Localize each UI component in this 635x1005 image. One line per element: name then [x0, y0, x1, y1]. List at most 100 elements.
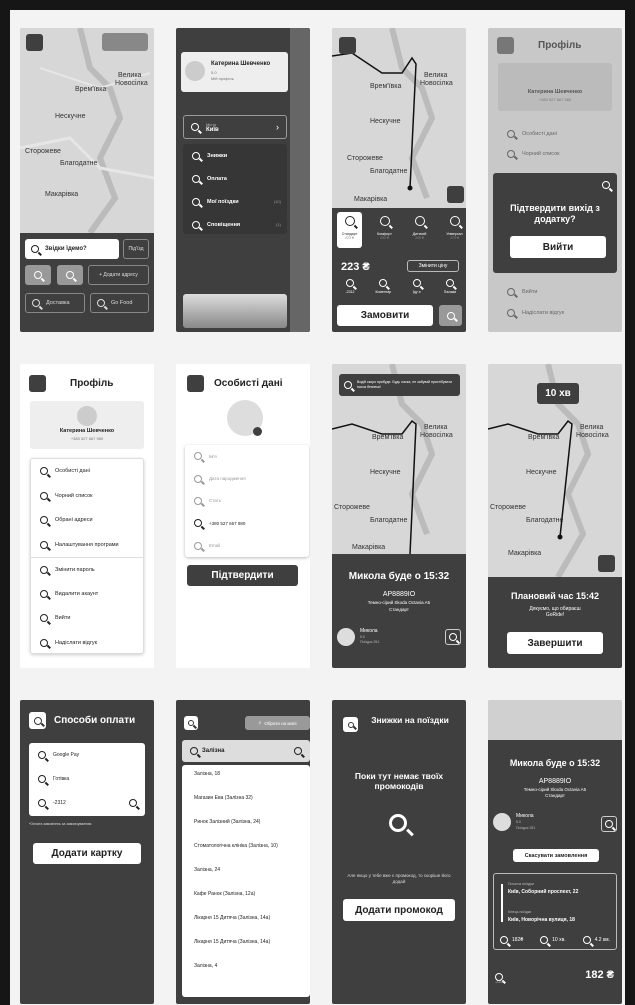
add-address-button[interactable]: + Додати адресу: [88, 265, 149, 285]
confirm-exit-button[interactable]: Вийти: [510, 236, 606, 258]
result-item[interactable]: Залізна, 18: [182, 771, 310, 795]
order-option[interactable]: -2312: [336, 279, 364, 299]
result-item[interactable]: Лікарня 15 Дитяча (Залізна, 14а): [182, 939, 310, 963]
profile-menu-item[interactable]: Видалити акаунт: [31, 582, 143, 607]
chat-button[interactable]: [601, 816, 617, 832]
profile-menu-item[interactable]: Чорний список: [31, 484, 143, 509]
filter-button[interactable]: [439, 305, 462, 326]
profile-menu-item[interactable]: Обрані адреси: [31, 508, 143, 533]
map-label: Велика: [424, 424, 448, 431]
field-value: +380 527 667 980: [209, 520, 246, 526]
order-option[interactable]: Їду я: [403, 279, 431, 299]
payment-method[interactable]: Готівка: [29, 767, 145, 791]
back-button[interactable]: [187, 375, 204, 392]
profile-menu-item[interactable]: Особисті дані: [31, 459, 143, 484]
finish-button[interactable]: Завершити: [507, 632, 603, 654]
bell-icon: [192, 220, 200, 229]
close-icon[interactable]: [602, 181, 610, 189]
form-field[interactable]: Email: [185, 535, 309, 557]
chat-button[interactable]: [445, 629, 461, 645]
profile-menu-item[interactable]: Налаштування програми: [31, 533, 143, 558]
map[interactable]: Велика Новосілка Врем'ївка Нескучне Стор…: [332, 28, 466, 208]
payment-method[interactable]: Google Pay: [29, 743, 145, 767]
promo-banner[interactable]: [183, 294, 287, 328]
tariff-card[interactable]: Дитячий 245 ₴: [407, 212, 432, 248]
menu-item-payment[interactable]: Оплата: [183, 167, 287, 190]
change-price-button[interactable]: Змінити ціну: [407, 260, 459, 272]
payment-label: Готівка: [53, 776, 70, 782]
from-label: Початок поїздки: [508, 882, 534, 886]
map[interactable]: [488, 700, 622, 740]
order-options: -2312 Коментар Їду я Пасажи: [336, 279, 464, 299]
tariff-card[interactable]: Комфорт 250 ₴: [372, 212, 397, 248]
confirm-button[interactable]: Підтвердити: [187, 565, 298, 586]
form-field[interactable]: Ім'я: [185, 445, 309, 467]
gofood-label: Go Food: [111, 300, 133, 306]
email-icon: [194, 541, 202, 550]
payment-icon: [192, 174, 200, 183]
tariff-card[interactable]: Універсал 270 ₴: [442, 212, 466, 248]
menu-item-discounts[interactable]: Знижки: [183, 144, 287, 167]
payment-method[interactable]: -2312: [29, 791, 145, 815]
add-promo-button[interactable]: Додати промокод: [343, 899, 455, 921]
search-input[interactable]: Звідки їдемо?: [25, 239, 119, 259]
back-button[interactable]: [29, 712, 46, 729]
profile-menu-item[interactable]: Надіслати відгук: [31, 631, 143, 656]
result-item[interactable]: Залізна, 4: [182, 963, 310, 987]
cancel-order-button[interactable]: Скасувати замовлення: [513, 849, 599, 862]
menu-item-notifications[interactable]: Сповіщення (1): [183, 213, 287, 236]
gofood-button[interactable]: Go Food: [90, 293, 149, 313]
back-button[interactable]: [29, 375, 46, 392]
order-option[interactable]: Пасажи: [436, 279, 464, 299]
profile-menu-item[interactable]: Вийти: [31, 606, 143, 631]
avatar[interactable]: [102, 33, 148, 51]
driver-panel: Микола буде о 15:32 AP8889IO Темно-сірий…: [332, 554, 466, 668]
map[interactable]: Велика Новосілка Врем'ївка Нескучне Стор…: [20, 28, 154, 233]
result-item[interactable]: Кафе Ранок (Залізна, 12а): [182, 891, 310, 915]
tariff-card[interactable]: Стандарт 223 ₴: [337, 212, 362, 248]
option-icon: [445, 279, 454, 287]
menu-item: Чорний список: [498, 142, 560, 165]
screen-payment: Способи оплати Google Pay Готівка -2312 *О…: [20, 700, 154, 1004]
car-class: Стандарт: [389, 607, 409, 612]
order-button[interactable]: Замовити: [337, 305, 433, 326]
menu-item-trips[interactable]: Мої поїздки (10): [183, 190, 287, 213]
finish-panel: Плановий час 15:42 Дякуємо, що обираєш G…: [488, 577, 622, 668]
choose-on-map-button[interactable]: ⌕ Обрати на мапі: [245, 716, 310, 730]
payment-label: -2312: [53, 800, 66, 806]
results-list: Залізна, 18 Магазин Ева (Залізна 32) Ринок…: [182, 765, 310, 997]
add-card-button[interactable]: Додати картку: [33, 843, 141, 864]
form-field[interactable]: +380 527 667 980: [185, 512, 309, 534]
camera-icon[interactable]: [253, 427, 262, 436]
profile-menu-item[interactable]: Змінити пароль: [31, 557, 143, 582]
profile-link[interactable]: Мій профіль: [211, 76, 234, 81]
result-item[interactable]: Ринок Залізний (Залізна, 24): [182, 819, 310, 843]
form-field[interactable]: Стать: [185, 490, 309, 512]
locate-button[interactable]: [447, 186, 464, 203]
home-button[interactable]: [25, 265, 51, 285]
payment-list: Google Pay Готівка -2312: [29, 743, 145, 816]
profile-card[interactable]: Катерина Шевченко 5.0 Мій профіль: [181, 52, 288, 92]
result-item[interactable]: Залізна, 24: [182, 867, 310, 891]
menu-button[interactable]: [339, 37, 356, 54]
result-item[interactable]: Стоматологічна клініка (Залізна, 10): [182, 843, 310, 867]
block-icon: [507, 149, 515, 158]
page-title: Способи оплати: [54, 715, 136, 726]
address-search-input[interactable]: Залізна: [182, 740, 310, 762]
driver-avatar: [493, 813, 511, 831]
locate-button[interactable]: [598, 555, 615, 572]
city-selector[interactable]: Місто Київ ›: [183, 115, 287, 139]
menu-button[interactable]: [26, 34, 43, 51]
search-icon: [31, 245, 39, 253]
back-button[interactable]: [184, 716, 198, 730]
result-item[interactable]: Лікарня 15 Дитяча (Залізна, 14а): [182, 915, 310, 939]
order-option[interactable]: Коментар: [369, 279, 397, 299]
form-field[interactable]: Дата народження: [185, 467, 309, 489]
logout-icon: [40, 614, 48, 623]
delivery-button[interactable]: Доставка: [25, 293, 85, 313]
work-button[interactable]: [57, 265, 83, 285]
back-button[interactable]: [497, 37, 514, 54]
back-button[interactable]: [343, 717, 358, 732]
later-button[interactable]: Під'їзд: [123, 239, 149, 259]
result-item[interactable]: Магазин Ева (Залізна 32): [182, 795, 310, 819]
